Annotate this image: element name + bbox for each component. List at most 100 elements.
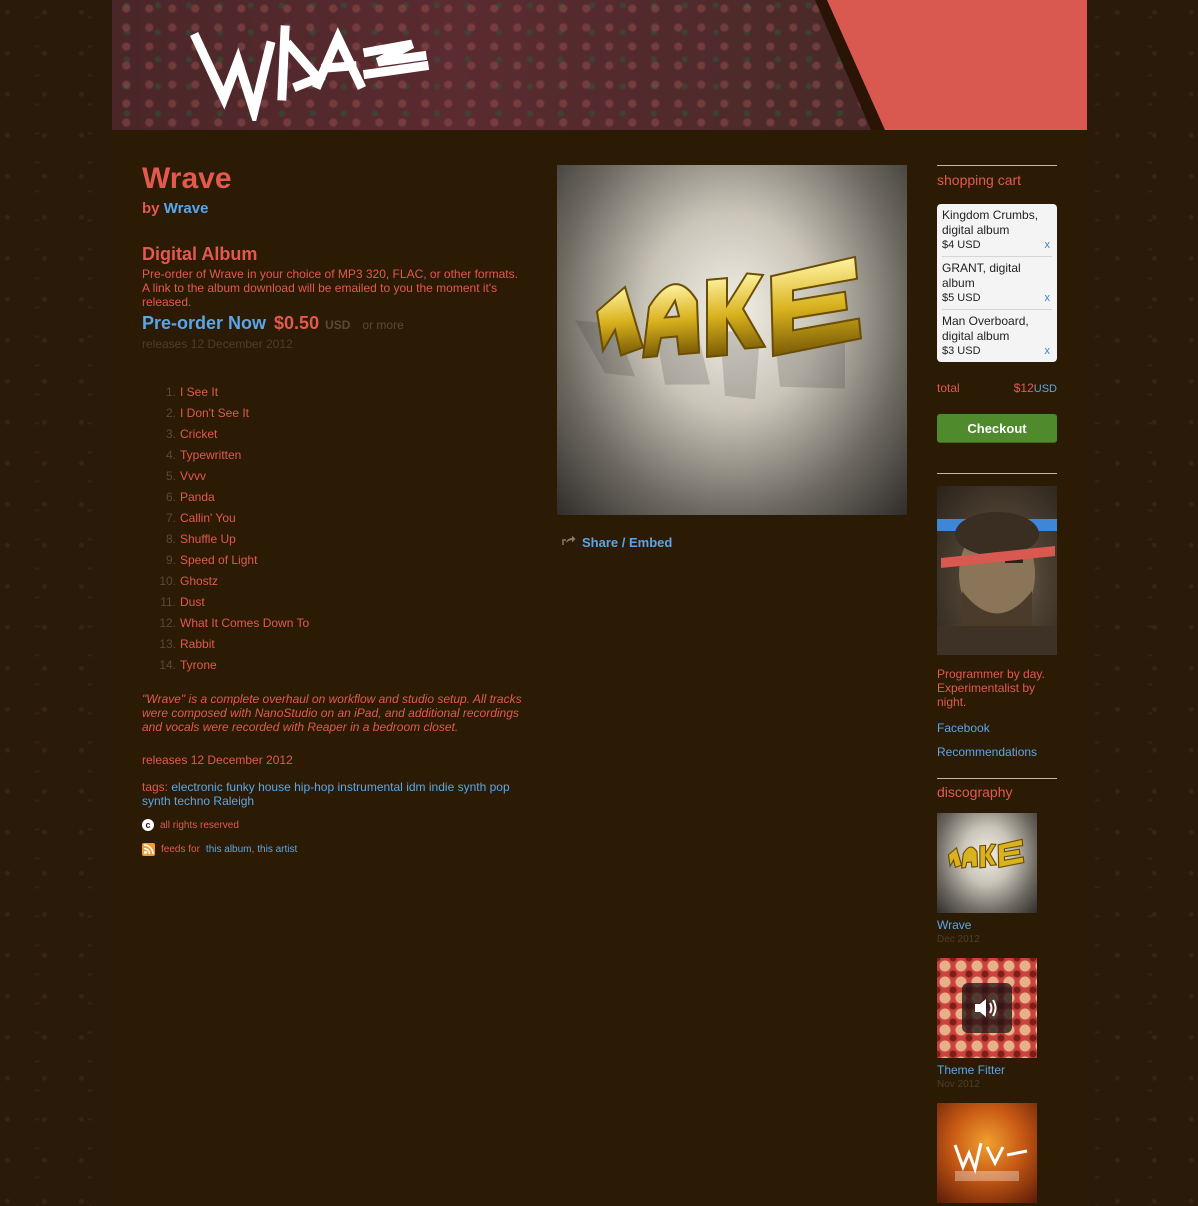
track-title[interactable]: Cricket: [180, 427, 217, 441]
tag-link[interactable]: Raleigh: [213, 794, 254, 808]
track-row: 7. Callin' You: [165, 510, 236, 525]
track-row: 5. Vvvv: [165, 468, 207, 483]
tag-link[interactable]: techno: [174, 794, 210, 808]
cart-item-name: GRANT, digital album: [942, 261, 1021, 290]
tag-link[interactable]: hip-hop instrumental: [294, 780, 403, 794]
recommendations-link[interactable]: Recommendations: [937, 745, 1057, 759]
discography-cover[interactable]: [937, 1103, 1037, 1203]
cart-total: total $12USD: [937, 381, 1057, 395]
tags: tags: electronic funky house hip-hop ins…: [142, 780, 510, 808]
share-icon: [562, 533, 576, 551]
track-title[interactable]: I Don't See It: [180, 406, 249, 420]
discography-cover[interactable]: [937, 813, 1037, 913]
album-info: Wrave by Wrave Digital Album Pre-order o…: [142, 162, 532, 856]
track-title[interactable]: Typewritten: [180, 448, 241, 462]
cart-item-name: Man Overboard, digital album: [942, 314, 1029, 343]
header-banner: [112, 0, 1087, 130]
format-title: Digital Album: [142, 244, 258, 264]
artist-bio: Programmer by day. Experimentalist by ni…: [937, 667, 1045, 709]
track-row: 4. Typewritten: [165, 447, 242, 462]
track-title[interactable]: Tyrone: [180, 658, 217, 672]
facebook-link[interactable]: Facebook: [937, 721, 1057, 735]
track-row: 9. Speed of Light: [165, 552, 258, 567]
feed-album-link[interactable]: this album: [206, 844, 252, 855]
track-row: 10. Ghostz: [159, 573, 219, 588]
discography-title: discography: [937, 784, 1013, 800]
artist-photo[interactable]: [937, 486, 1057, 655]
track-list: 1. I See It 2. I Don't See It 3. Cricket 4.…: [142, 381, 532, 675]
release-date-short: releases 12 December 2012: [142, 337, 293, 351]
cart-item: Kingdom Crumbs, digital album $4 USD x: [942, 204, 1052, 257]
cart-item: GRANT, digital album $5 USD x: [942, 257, 1052, 310]
license-text: all rights reserved: [160, 819, 239, 831]
track-row: 14. Tyrone: [159, 657, 217, 672]
track-row: 8. Shuffle Up: [165, 531, 236, 546]
band-logo[interactable]: [190, 16, 430, 128]
album-about: "Wrave" is a complete overhaul on workfl…: [142, 692, 522, 734]
release-credit: releases 12 December 2012: [142, 753, 293, 767]
checkout-button[interactable]: Checkout: [937, 414, 1057, 443]
cart-item-price: $3 USD: [942, 345, 981, 357]
total-amount: $12USD: [1013, 381, 1057, 395]
track-row: 13. Rabbit: [159, 636, 215, 651]
track-title[interactable]: What It Comes Down To: [180, 616, 309, 630]
copyright-icon: c: [142, 819, 154, 831]
price: $0.50: [274, 313, 320, 333]
discography-item[interactable]: Wrave Dec 2012: [937, 813, 1057, 945]
discography-item[interactable]: [937, 1103, 1057, 1203]
tag-link[interactable]: synth: [142, 794, 171, 808]
discography-cover[interactable]: [937, 958, 1037, 1058]
license: c all rights reserved: [142, 819, 532, 831]
track-title[interactable]: Shuffle Up: [180, 532, 236, 546]
track-row: 11. Dust: [160, 594, 205, 609]
track-row: 12. What It Comes Down To: [159, 615, 310, 630]
discography-item[interactable]: Theme Fitter Nov 2012: [937, 958, 1057, 1090]
share-label: Share / Embed: [582, 534, 673, 550]
right-sidebar: shopping cart Kingdom Crumbs, digital al…: [937, 165, 1057, 1203]
track-title[interactable]: Callin' You: [180, 511, 236, 525]
discography-date: Nov 2012: [937, 1079, 980, 1090]
remove-item-button[interactable]: x: [1045, 344, 1051, 359]
track-row: 2. I Don't See It: [165, 405, 249, 420]
track-title[interactable]: Rabbit: [180, 637, 215, 651]
album-cover[interactable]: [557, 165, 907, 515]
track-title[interactable]: Dust: [180, 595, 205, 609]
discography-name[interactable]: Wrave: [937, 918, 1057, 932]
format-description: Pre-order of Wrave in your choice of MP3…: [142, 267, 518, 309]
discography-name[interactable]: Theme Fitter: [937, 1063, 1057, 1077]
track-title[interactable]: Speed of Light: [180, 553, 257, 567]
cart-item-name: Kingdom Crumbs, digital album: [942, 208, 1039, 237]
tag-link[interactable]: indie synth pop: [429, 780, 510, 794]
remove-item-button[interactable]: x: [1045, 238, 1051, 253]
page: Wrave by Wrave Digital Album Pre-order o…: [112, 0, 1087, 1206]
tag-link[interactable]: idm: [406, 780, 425, 794]
artist-link[interactable]: Wrave: [164, 200, 209, 217]
buy-row: Pre-order Now $0.50 USD or more: [142, 313, 532, 334]
track-row: 3. Cricket: [165, 426, 218, 441]
feed-artist-link[interactable]: this artist: [257, 844, 297, 855]
share-embed-button[interactable]: Share / Embed: [562, 533, 672, 551]
cart-title: shopping cart: [937, 172, 1022, 188]
or-more-label: or more: [362, 318, 404, 332]
tag-link[interactable]: electronic: [171, 780, 222, 794]
discography-date: Dec 2012: [937, 934, 980, 945]
speaker-icon: [962, 983, 1012, 1033]
total-label: total: [937, 381, 960, 395]
preorder-button[interactable]: Pre-order Now: [142, 313, 266, 334]
track-title[interactable]: I See It: [180, 385, 218, 399]
feeds: feeds for this album, this artist: [142, 843, 532, 856]
album-title: Wrave: [142, 162, 232, 195]
tag-link[interactable]: funky house: [226, 780, 291, 794]
cart-item: Man Overboard, digital album $3 USD x: [942, 310, 1052, 362]
currency: USD: [325, 318, 351, 332]
rss-icon: [142, 843, 155, 856]
track-row: 1. I See It: [165, 384, 219, 399]
cart-item-price: $5 USD: [942, 292, 981, 304]
artist-byline: by Wrave: [142, 200, 209, 217]
track-title[interactable]: Ghostz: [180, 574, 218, 588]
cart-item-price: $4 USD: [942, 239, 981, 251]
track-title[interactable]: Panda: [180, 490, 215, 504]
track-title[interactable]: Vvvv: [180, 469, 206, 483]
track-row: 6. Panda: [165, 489, 215, 504]
remove-item-button[interactable]: x: [1045, 291, 1051, 306]
